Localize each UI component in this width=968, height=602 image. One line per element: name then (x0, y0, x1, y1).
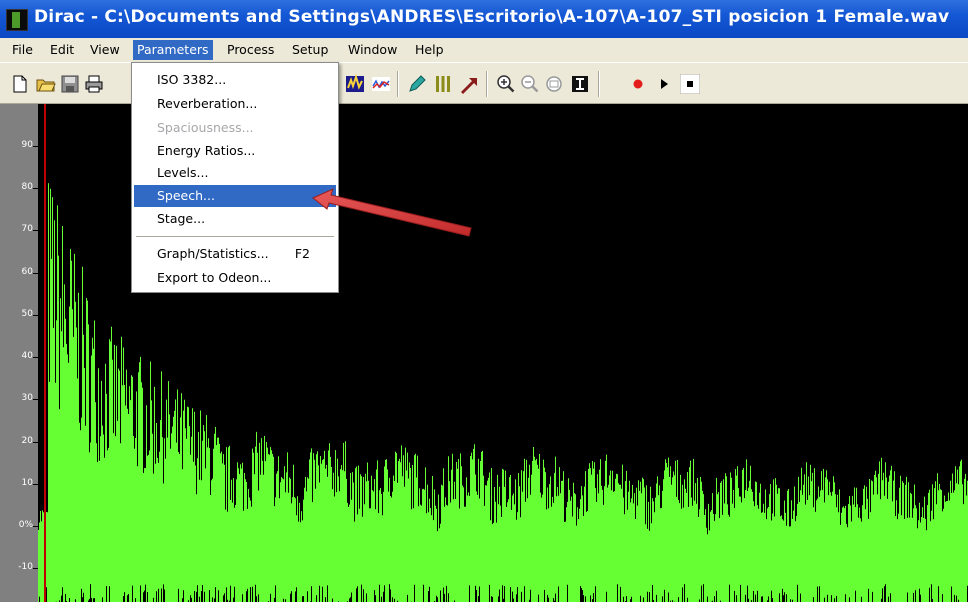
waveform-icon[interactable] (371, 74, 391, 94)
bars-icon[interactable] (433, 74, 453, 94)
print-icon[interactable] (84, 74, 104, 94)
menu-item-reverberation[interactable]: Reverberation... (134, 93, 336, 115)
new-file-icon[interactable] (10, 74, 30, 94)
toolbar-separator (397, 71, 399, 97)
y-axis: 90 80 70 60 50 40 30 20 10 0% -10 (0, 104, 38, 602)
y-tick-label: 70 (21, 224, 33, 234)
zoom-fit-icon[interactable] (544, 74, 564, 94)
y-tick-label: 10 (21, 478, 33, 488)
menu-item-shortcut: F2 (294, 246, 310, 261)
y-tick-label: 20 (21, 436, 33, 446)
menu-parameters[interactable]: Parameters (133, 40, 213, 60)
toolbar-separator (486, 71, 488, 97)
app-icon (6, 9, 28, 31)
menu-help[interactable]: Help (411, 40, 448, 60)
y-tick-label: 50 (21, 309, 33, 319)
y-tick-label: 60 (21, 267, 33, 277)
menu-setup[interactable]: Setup (288, 40, 332, 60)
title-bar: Dirac - C:\Documents and Settings\ANDRES… (0, 0, 968, 38)
menu-process[interactable]: Process (223, 40, 278, 60)
menu-item-levels[interactable]: Levels... (134, 162, 336, 184)
y-tick-label: 30 (21, 393, 33, 403)
arrow-icon[interactable] (459, 74, 479, 94)
record-icon[interactable] (628, 74, 648, 94)
menu-item-stage[interactable]: Stage... (134, 208, 336, 230)
parameters-dropdown-menu: ISO 3382... Reverberation... Spaciousnes… (131, 62, 339, 293)
y-tick-label: 40 (21, 351, 33, 361)
zoom-in-icon[interactable] (496, 74, 516, 94)
menu-file[interactable]: File (8, 40, 37, 60)
menu-item-export-to-odeon[interactable]: Export to Odeon... (134, 267, 336, 289)
menu-separator (136, 236, 334, 237)
menu-item-iso-3382[interactable]: ISO 3382... (134, 69, 336, 91)
spectrogram-icon[interactable] (345, 74, 365, 94)
pencil-icon[interactable] (407, 74, 427, 94)
y-tick-label: 80 (21, 182, 33, 192)
menu-item-spaciousness: Spaciousness... (157, 120, 254, 135)
menu-bar: File Edit View Parameters Process Setup … (0, 38, 968, 62)
menu-item-label: Graph/Statistics... (157, 246, 269, 261)
menu-view[interactable]: View (86, 40, 124, 60)
stop-icon[interactable] (680, 74, 700, 94)
open-folder-icon[interactable] (36, 74, 56, 94)
y-tick-label: 0% (18, 520, 33, 530)
zoom-out-icon[interactable] (520, 74, 540, 94)
menu-edit[interactable]: Edit (46, 40, 78, 60)
window-title: Dirac - C:\Documents and Settings\ANDRES… (34, 7, 950, 27)
play-icon[interactable] (654, 74, 674, 94)
menu-item-speech[interactable]: Speech... (134, 185, 336, 207)
time-marker[interactable] (44, 104, 46, 602)
y-tick-label: -10 (18, 562, 33, 572)
y-tick-label: 90 (21, 140, 33, 150)
menu-window[interactable]: Window (344, 40, 401, 60)
toolbar-separator (598, 71, 600, 97)
menu-item-energy-ratios[interactable]: Energy Ratios... (134, 140, 336, 162)
cursor-icon[interactable] (570, 74, 590, 94)
save-icon[interactable] (60, 74, 80, 94)
menu-item-graph-statistics[interactable]: Graph/Statistics... F2 (134, 243, 336, 265)
